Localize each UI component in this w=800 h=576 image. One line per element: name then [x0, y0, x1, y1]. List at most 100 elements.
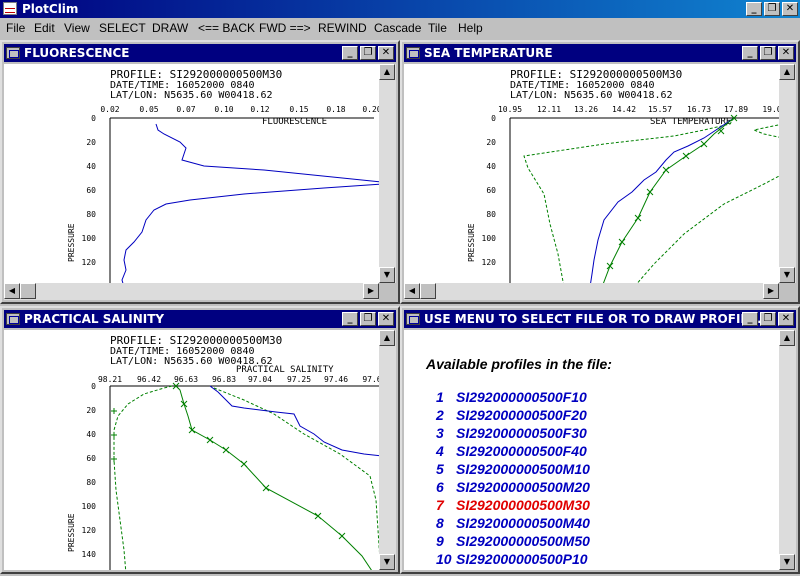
- scroll-up-button[interactable]: ▲: [779, 330, 795, 346]
- menu-tile[interactable]: Tile: [428, 21, 447, 35]
- maximize-button[interactable]: ❐: [360, 312, 376, 326]
- horizontal-scrollbar[interactable]: ◀ ▶: [404, 283, 779, 300]
- scroll-down-button[interactable]: ▼: [779, 554, 795, 570]
- close-button[interactable]: ✕: [378, 312, 394, 326]
- profile-number: 9: [436, 533, 444, 549]
- fluorescence-title-bar[interactable]: FLUORESCENCE _ ❐ ✕: [4, 44, 396, 62]
- y-tick: 40: [86, 430, 96, 439]
- size-grip: [379, 283, 396, 300]
- temperature-title-bar[interactable]: SEA TEMPERATURE _ ❐ ✕: [404, 44, 796, 62]
- profile-name: SI292000000500F20: [456, 407, 587, 423]
- menu-cascade[interactable]: Cascade: [374, 21, 421, 35]
- menu-file[interactable]: File: [6, 21, 25, 35]
- scroll-left-button[interactable]: ◀: [404, 283, 420, 299]
- profile-name: SI292000000500F40: [456, 443, 587, 459]
- menu-view[interactable]: View: [64, 21, 90, 35]
- salinity-plot-area: PROFILE: SI292000000500M30 DATE/TIME: 16…: [4, 330, 379, 570]
- scroll-up-button[interactable]: ▲: [379, 330, 395, 346]
- y-tick: 120: [482, 258, 497, 267]
- profile-name: SI292000000500M30: [456, 497, 590, 513]
- minimize-button[interactable]: _: [342, 312, 358, 326]
- app-close-button[interactable]: ✕: [782, 2, 798, 16]
- scroll-up-button[interactable]: ▲: [779, 64, 795, 80]
- app-restore-button[interactable]: ❐: [764, 2, 780, 16]
- app-title: PlotClim: [22, 2, 79, 16]
- profile-name: SI292000000500M10: [456, 461, 590, 477]
- close-button[interactable]: ✕: [778, 312, 794, 326]
- profile-name: SI292000000500M50: [456, 533, 590, 549]
- close-button[interactable]: ✕: [378, 46, 394, 60]
- x-tick: 0.10: [214, 105, 233, 114]
- size-grip: [779, 283, 796, 300]
- y-tick: 0: [491, 114, 496, 123]
- menu-rewind[interactable]: REWIND: [318, 21, 367, 35]
- vertical-scrollbar[interactable]: ▲ ▼: [779, 330, 796, 570]
- salinity-mean-line: [175, 385, 372, 570]
- y-tick: 80: [86, 478, 96, 487]
- minimize-button[interactable]: _: [342, 46, 358, 60]
- scroll-up-button[interactable]: ▲: [379, 64, 395, 80]
- profile-number: 5: [436, 461, 444, 477]
- salinity-title: PRACTICAL SALINITY: [24, 312, 165, 326]
- salinity-title-bar[interactable]: PRACTICAL SALINITY _ ❐ ✕: [4, 310, 396, 328]
- y-tick: 60: [86, 186, 96, 195]
- minimize-button[interactable]: _: [742, 312, 758, 326]
- scroll-thumb[interactable]: [20, 283, 36, 299]
- scroll-thumb[interactable]: [420, 283, 436, 299]
- y-axis-label: PRESSURE: [67, 223, 76, 262]
- close-button[interactable]: ✕: [778, 46, 794, 60]
- profile-number: 1: [436, 389, 444, 405]
- scroll-down-button[interactable]: ▼: [379, 267, 395, 283]
- x-tick: 98.21: [98, 375, 122, 384]
- x-tick: 0.05: [139, 105, 158, 114]
- chart-window-icon: [6, 313, 20, 325]
- salinity-climatology-min: [113, 385, 173, 570]
- latlon-label: LAT/LON: N5635.60 W00418.62: [110, 90, 273, 101]
- app-minimize-button[interactable]: _: [746, 2, 762, 16]
- scroll-right-button[interactable]: ▶: [763, 283, 779, 299]
- profile-number: 3: [436, 425, 444, 441]
- file-list-area: Available profiles in the file: 1 SI29200…: [404, 330, 779, 570]
- profile-number: 2: [436, 407, 444, 423]
- horizontal-scrollbar[interactable]: ◀ ▶: [4, 283, 379, 300]
- menu-draw[interactable]: DRAW: [152, 21, 188, 35]
- x-tick: 97.25: [287, 375, 311, 384]
- y-tick: 120: [82, 258, 97, 267]
- menu-bar: File Edit View SELECT DRAW <== BACK FWD …: [0, 18, 800, 38]
- y-tick: 140: [82, 550, 97, 559]
- maximize-button[interactable]: ❐: [360, 46, 376, 60]
- vertical-scrollbar[interactable]: ▲ ▼: [779, 64, 796, 283]
- menu-select[interactable]: SELECT: [99, 21, 146, 35]
- x-tick: 0.07: [176, 105, 195, 114]
- salinity-climatology-max: [213, 387, 379, 553]
- salinity-window: PRACTICAL SALINITY _ ❐ ✕ PROFILE: SI2920…: [0, 306, 400, 574]
- temperature-climatology-max: [752, 124, 779, 138]
- profile-name: SI292000000500F10: [456, 389, 587, 405]
- menu-edit[interactable]: Edit: [34, 21, 55, 35]
- file-list-title-bar[interactable]: USE MENU TO SELECT FILE OR TO DRAW PROFI…: [404, 310, 796, 328]
- scroll-right-button[interactable]: ▶: [363, 283, 379, 299]
- scroll-down-button[interactable]: ▼: [379, 554, 395, 570]
- x-tick: 96.42: [137, 375, 161, 384]
- profile-number: 6: [436, 479, 444, 495]
- x-tick: 0.02: [100, 105, 119, 114]
- scroll-left-button[interactable]: ◀: [4, 283, 20, 299]
- x-tick: 0.15: [289, 105, 308, 114]
- salinity-mean-markers: [172, 382, 346, 540]
- maximize-button[interactable]: ❐: [760, 46, 776, 60]
- app-title-bar: PlotClim _ ❐ ✕: [0, 0, 800, 18]
- profile-name: SI292000000500F30: [456, 425, 587, 441]
- vertical-scrollbar[interactable]: ▲ ▼: [379, 64, 396, 283]
- x-tick: 19.0: [762, 105, 779, 114]
- y-tick: 20: [486, 138, 496, 147]
- vertical-scrollbar[interactable]: ▲ ▼: [379, 330, 396, 570]
- minimize-button[interactable]: _: [742, 46, 758, 60]
- menu-help[interactable]: Help: [458, 21, 483, 35]
- y-tick: 40: [86, 162, 96, 171]
- scroll-down-button[interactable]: ▼: [779, 267, 795, 283]
- menu-back[interactable]: <== BACK: [198, 21, 255, 35]
- maximize-button[interactable]: ❐: [760, 312, 776, 326]
- profile-number: 7: [436, 497, 444, 513]
- menu-fwd[interactable]: FWD ==>: [259, 21, 311, 35]
- profile-name: SI292000000500M20: [456, 479, 590, 495]
